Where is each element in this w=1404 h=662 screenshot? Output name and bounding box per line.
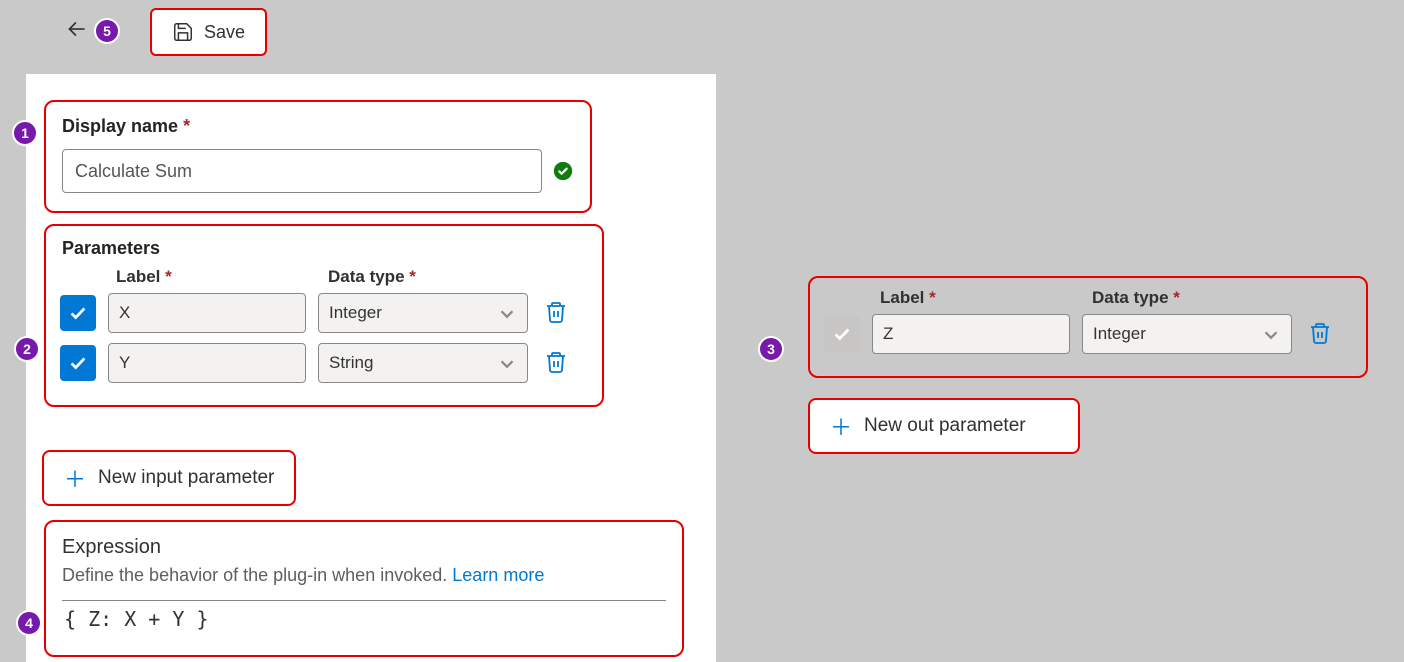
callout-2: 2 [14, 336, 40, 362]
input-parameters-section: Parameters Label * Data type * Integer [44, 224, 604, 407]
callout-1: 1 [12, 120, 38, 146]
callout-3: 3 [758, 336, 784, 362]
parameter-checkbox[interactable] [60, 295, 96, 331]
delete-parameter-button[interactable] [540, 296, 572, 331]
parameter-checkbox[interactable] [824, 316, 860, 352]
display-name-section: Display name * [44, 100, 592, 213]
form-panel: Display name * Parameters Label * Data t… [26, 74, 716, 662]
save-button-label: Save [204, 22, 245, 43]
trash-icon [1308, 321, 1332, 345]
parameter-headers: Label * Data type * [824, 288, 1352, 308]
callout-4: 4 [16, 610, 42, 636]
arrow-left-icon [64, 16, 90, 42]
parameter-headers: Label * Data type * [60, 267, 588, 287]
save-icon [172, 21, 194, 43]
checkmark-circle-icon [552, 160, 574, 182]
trash-icon [544, 300, 568, 324]
parameter-row: String [60, 343, 588, 383]
parameter-label-input[interactable] [872, 314, 1070, 354]
new-input-parameter-button[interactable]: ＋ New input parameter [42, 450, 296, 506]
parameter-label-input[interactable] [108, 343, 306, 383]
expression-input[interactable] [62, 600, 666, 637]
plus-icon: ＋ [64, 462, 86, 494]
expression-title: Expression [62, 536, 666, 559]
parameter-checkbox[interactable] [60, 345, 96, 381]
trash-icon [544, 350, 568, 374]
callout-5: 5 [94, 18, 120, 44]
delete-parameter-button[interactable] [1304, 317, 1336, 352]
plus-icon: ＋ [830, 410, 852, 442]
check-icon [67, 352, 89, 374]
new-out-parameter-button[interactable]: ＋ New out parameter [808, 398, 1080, 454]
check-icon [831, 323, 853, 345]
save-button[interactable]: Save [150, 8, 267, 56]
parameter-row: Integer [824, 314, 1352, 354]
display-name-input[interactable] [62, 149, 542, 193]
expression-section: Expression Define the behavior of the pl… [44, 520, 684, 657]
expression-description: Define the behavior of the plug-in when … [62, 565, 666, 586]
parameter-type-select[interactable]: Integer [318, 293, 528, 333]
toolbar: Save [0, 2, 1404, 62]
display-name-label: Display name * [62, 116, 574, 137]
learn-more-link[interactable]: Learn more [452, 565, 544, 585]
parameter-type-select[interactable]: Integer [1082, 314, 1292, 354]
parameters-title: Parameters [60, 236, 588, 267]
check-icon [67, 302, 89, 324]
delete-parameter-button[interactable] [540, 346, 572, 381]
parameter-type-select[interactable]: String [318, 343, 528, 383]
parameter-label-input[interactable] [108, 293, 306, 333]
back-button[interactable] [56, 12, 98, 53]
output-parameters-section: Label * Data type * Integer [808, 276, 1368, 378]
parameter-row: Integer [60, 293, 588, 333]
